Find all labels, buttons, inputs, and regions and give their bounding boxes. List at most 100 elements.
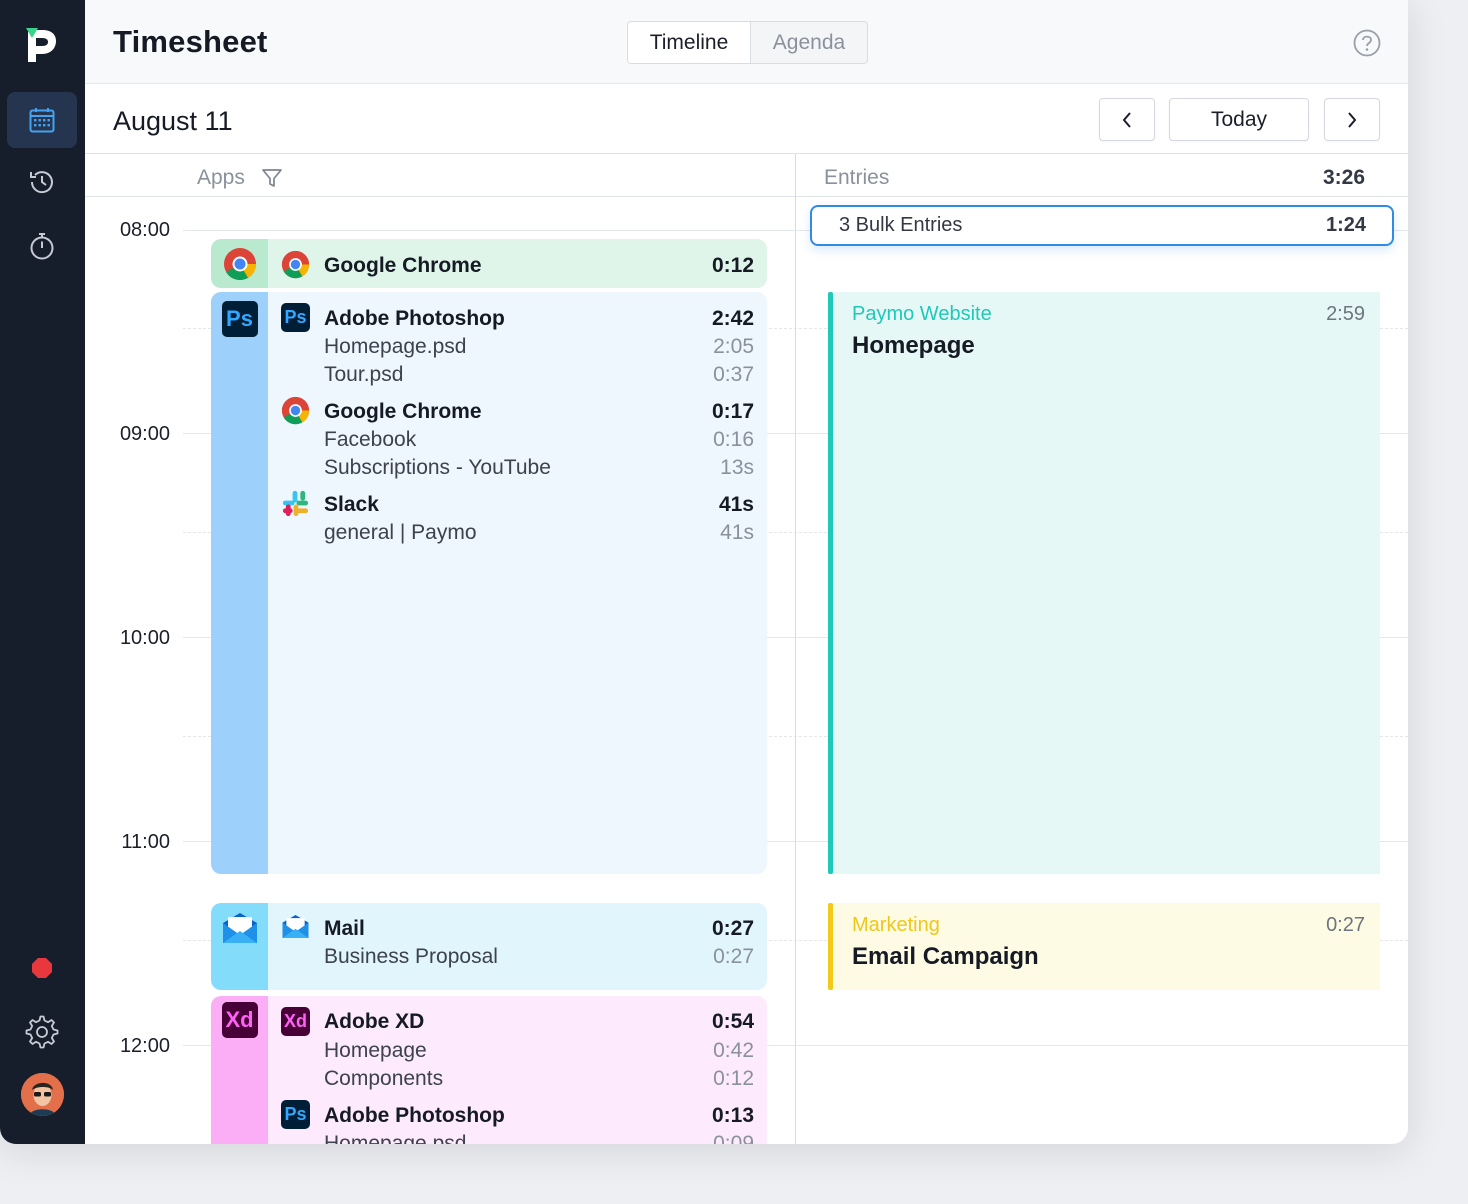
entry-task: Homepage — [852, 332, 975, 359]
item-name: Homepage.psd — [324, 1132, 467, 1144]
view-switcher: Timeline Agenda — [627, 21, 868, 64]
app-item-row: Homepage 0:42 — [324, 1039, 754, 1063]
entry-task: Email Campaign — [852, 943, 1039, 970]
item-duration: 0:09 — [713, 1132, 754, 1144]
app-duration: 0:54 — [711, 1010, 754, 1033]
current-date: August 11 — [113, 106, 233, 136]
app-item-row: Tour.psd 0:37 — [324, 363, 754, 387]
item-name: general | Paymo — [324, 521, 477, 544]
item-duration: 0:12 — [713, 1067, 754, 1090]
next-day-button[interactable] — [1324, 98, 1380, 141]
app-row: Adobe Photoshop 2:42 — [324, 307, 754, 331]
item-name: Homepage — [324, 1039, 427, 1062]
hour-label: 10:00 — [119, 627, 170, 649]
entry-duration: 0:27 — [1326, 914, 1365, 936]
page-title: Timesheet — [113, 24, 268, 59]
app-item-row: Components 0:12 — [324, 1067, 754, 1091]
item-duration: 0:27 — [713, 945, 754, 968]
hour-label: 09:00 — [119, 423, 170, 445]
app-name: Slack — [324, 493, 379, 516]
item-duration: 0:37 — [713, 363, 754, 386]
chrome-icon — [281, 250, 310, 279]
app-item-row: Facebook 0:16 — [324, 428, 754, 452]
app-block-strip-photoshop[interactable]: Ps — [211, 292, 268, 874]
app-row: Google Chrome 0:12 — [324, 254, 754, 278]
calendar-icon — [29, 108, 55, 133]
app-row: Adobe Photoshop 0:13 — [324, 1104, 754, 1128]
hour-label: 11:00 — [121, 831, 170, 853]
history-icon — [30, 171, 53, 194]
apps-column-label: Apps — [197, 166, 245, 189]
item-name: Tour.psd — [324, 363, 404, 386]
record-icon[interactable] — [31, 957, 53, 979]
entries-column-label: Entries — [824, 166, 890, 189]
app-duration: 0:17 — [711, 400, 754, 423]
item-duration: 41s — [720, 521, 754, 544]
app-duration: 41s — [718, 493, 754, 516]
photoshop-icon: Ps — [221, 301, 258, 337]
bulk-entries-duration: 1:24 — [1325, 214, 1366, 236]
entry-project: Paymo Website — [852, 303, 992, 325]
xd-icon: Xd — [281, 1007, 310, 1036]
app-block-strip-xd[interactable]: Xd — [211, 996, 268, 1144]
settings-gear-icon[interactable] — [25, 1015, 59, 1049]
item-name: Facebook — [324, 428, 417, 451]
item-name: Business Proposal — [324, 945, 498, 968]
app-row: Slack 41s — [324, 493, 754, 517]
item-name: Subscriptions - YouTube — [324, 456, 551, 479]
bulk-entries-button[interactable]: 3 Bulk Entries 1:24 — [810, 205, 1394, 246]
sidebar — [0, 0, 85, 1144]
app-duration: 0:13 — [711, 1104, 754, 1127]
today-button[interactable]: Today — [1169, 98, 1309, 141]
time-entry[interactable]: Marketing 0:27 Email Campaign — [828, 903, 1380, 990]
photoshop-icon: Ps — [281, 303, 310, 332]
hour-label: 08:00 — [119, 219, 170, 241]
date-toolbar: August 11 Today — [85, 84, 1408, 154]
tab-agenda[interactable]: Agenda — [751, 22, 867, 63]
xd-icon: Xd — [221, 1002, 258, 1038]
sidebar-item-timesheet[interactable] — [7, 92, 77, 148]
sidebar-item-history[interactable] — [7, 154, 77, 210]
chevron-right-icon — [1348, 111, 1357, 128]
app-name: Mail — [324, 917, 365, 940]
item-duration: 0:16 — [713, 428, 754, 451]
app-window: Timesheet Timeline Agenda August 11 Toda… — [0, 0, 1408, 1144]
user-avatar[interactable] — [21, 1073, 64, 1116]
app-item-row: Subscriptions - YouTube 13s — [324, 456, 754, 480]
app-name: Google Chrome — [324, 400, 482, 423]
hour-label: 12:00 — [119, 1035, 170, 1057]
paymo-logo-icon[interactable] — [24, 26, 60, 64]
prev-day-button[interactable] — [1099, 98, 1155, 141]
column-headers: Apps Entries 3:26 — [85, 154, 1408, 197]
chevron-left-icon — [1122, 111, 1131, 128]
item-name: Homepage.psd — [324, 335, 467, 358]
app-item-row: Homepage.psd 0:09 — [324, 1132, 754, 1144]
mail-icon — [222, 913, 257, 943]
app-row: Mail 0:27 — [324, 917, 754, 941]
tab-timeline[interactable]: Timeline — [628, 22, 751, 63]
stopwatch-icon — [30, 233, 54, 260]
entry-color-bar — [828, 903, 833, 990]
app-block-strip-mail[interactable] — [211, 903, 268, 990]
item-duration: 13s — [720, 456, 754, 479]
app-block-strip-chrome[interactable] — [211, 239, 268, 288]
app-duration: 0:12 — [711, 254, 754, 277]
entries-total-duration: 3:26 — [1322, 166, 1365, 189]
chrome-icon — [281, 396, 310, 425]
app-name: Adobe Photoshop — [324, 307, 505, 330]
app-row: Google Chrome 0:17 — [324, 400, 754, 424]
sidebar-item-timer[interactable] — [7, 218, 77, 274]
app-duration: 0:27 — [711, 917, 754, 940]
item-name: Components — [324, 1067, 444, 1090]
entry-duration: 2:59 — [1326, 303, 1365, 325]
header: Timesheet Timeline Agenda — [85, 0, 1408, 84]
app-name: Adobe XD — [324, 1010, 425, 1033]
item-duration: 0:42 — [713, 1039, 754, 1062]
time-entry[interactable]: Paymo Website 2:59 Homepage — [828, 292, 1380, 874]
column-divider — [795, 154, 796, 1144]
app-item-row: general | Paymo 41s — [324, 521, 754, 545]
photoshop-icon: Ps — [281, 1100, 310, 1129]
help-icon[interactable] — [1352, 28, 1382, 58]
entry-color-bar — [828, 292, 833, 874]
filter-icon[interactable] — [261, 167, 283, 189]
